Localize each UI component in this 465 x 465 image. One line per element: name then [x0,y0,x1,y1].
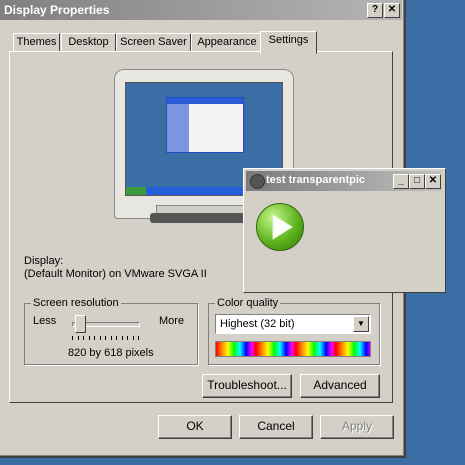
slider-tick [110,336,112,340]
display-value: (Default Monitor) on VMware SVGA II [24,268,207,280]
slider-tick [72,336,73,340]
tab-settings[interactable]: Settings [260,31,317,54]
cancel-button[interactable]: Cancel [239,415,313,439]
popup-title: test transparentpic [266,174,366,186]
popup-close-button[interactable]: ✕ [425,174,441,189]
slider-tick [121,336,123,340]
tab-themes[interactable]: Themes [13,33,60,52]
title-bar[interactable]: Display Properties ? ✕ [0,0,402,20]
screen-resolution-title: Screen resolution [31,297,121,309]
slider-tick [132,336,134,340]
monitor-base [150,213,254,223]
slider-tick [88,336,90,340]
slider-tick [127,336,128,340]
advanced-button[interactable]: Advanced [300,374,380,398]
slider-tick [105,336,106,340]
color-quality-value: Highest (32 bit) [220,318,295,330]
slider-tick [83,336,84,340]
slider-tick [138,336,139,340]
tab-screen-saver[interactable]: Screen Saver [116,33,191,52]
maximize-button[interactable]: □ [409,174,425,189]
color-quality-select[interactable]: Highest (32 bit) ▼ [215,314,371,334]
chevron-down-icon[interactable]: ▼ [353,316,369,332]
resolution-value: 820 by 618 pixels [68,347,154,359]
tab-appearance[interactable]: Appearance [191,33,263,52]
ok-button[interactable]: OK [158,415,232,439]
color-quality-title: Color quality [215,297,281,309]
resolution-slider-thumb[interactable] [74,315,86,333]
slider-tick [77,336,79,340]
less-label: Less [33,315,57,327]
close-button[interactable]: ✕ [384,3,400,18]
apply-button[interactable]: Apply [320,415,394,439]
play-icon[interactable] [256,203,304,251]
slider-tick [116,336,117,340]
help-button[interactable]: ? [367,3,383,18]
window-title: Display Properties [4,3,110,17]
slider-tick [99,336,101,340]
preview-window [166,97,244,153]
display-label: Display: [24,255,64,267]
tab-desktop[interactable]: Desktop [61,33,116,52]
app-icon [250,174,265,189]
test-transparentpic-window: test transparentpic _ □ ✕ [243,168,446,293]
color-spectrum-bar [215,341,371,357]
slider-tick [94,336,95,340]
popup-title-bar[interactable]: test transparentpic _ □ ✕ [246,171,441,191]
more-label: More [159,315,185,327]
troubleshoot-button[interactable]: Troubleshoot... [202,374,292,398]
minimize-button[interactable]: _ [393,174,409,189]
